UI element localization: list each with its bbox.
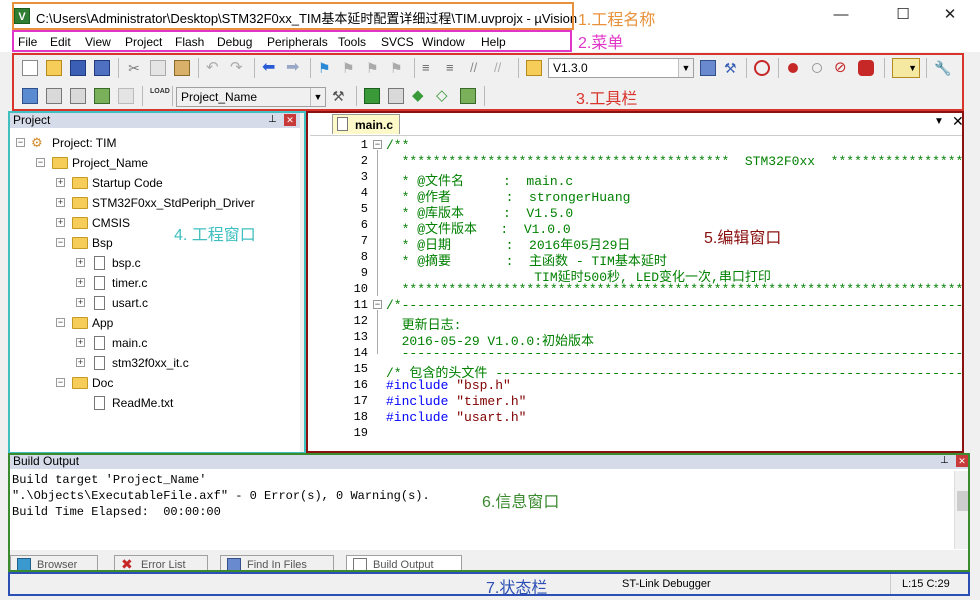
project-annotation: 4. 工程窗口 [174, 227, 256, 244]
editor-annotation-box [306, 111, 964, 453]
editor-annotation: 5.编辑窗口 [704, 230, 782, 247]
title-annotation: 1.工程名称 [578, 12, 656, 29]
menu-annotation: 2.菜单 [578, 35, 624, 52]
output-annotation-box [8, 453, 970, 572]
output-annotation: 6.信息窗口 [482, 494, 560, 511]
close-button[interactable]: ✕ [927, 0, 973, 30]
project-annotation-box [8, 111, 306, 454]
toolbar-annotation: 3.工具栏 [576, 91, 638, 108]
minimize-button[interactable]: — [818, 0, 864, 30]
menu-annotation-box [12, 30, 572, 52]
toolbar-annotation-box [12, 53, 964, 111]
status-annotation: 7.状态栏 [486, 580, 548, 597]
title-annotation-box [12, 2, 574, 30]
maximize-button[interactable]: ☐ [880, 0, 926, 30]
